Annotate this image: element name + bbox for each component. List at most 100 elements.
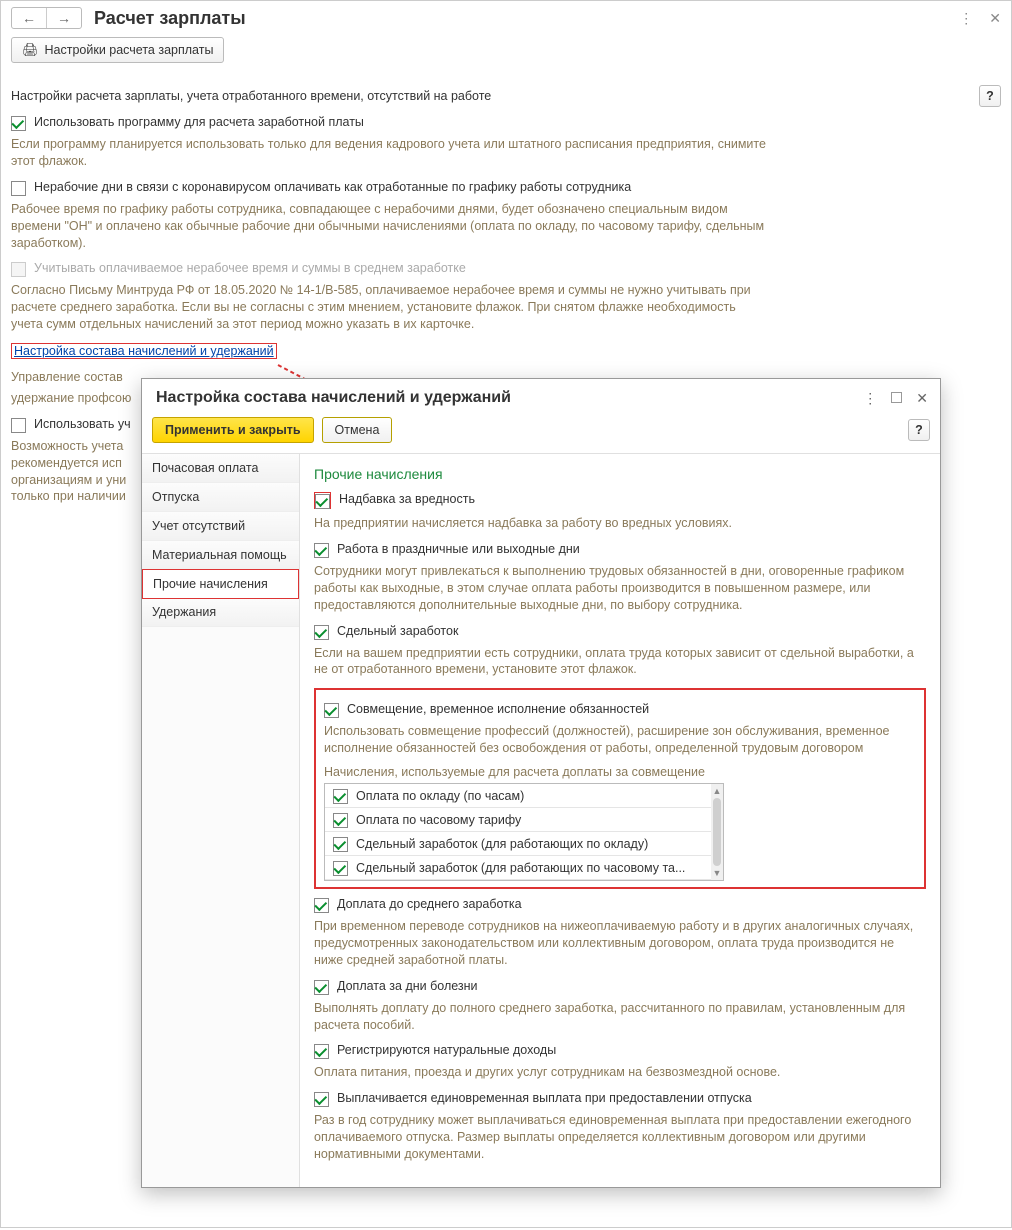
sidebar-item-hourly[interactable]: Почасовая оплата [142,454,299,483]
label-sick-topup: Доплата за дни болезни [337,979,478,993]
printer-icon: 🖨 [22,42,39,58]
list-label: Оплата по часовому тарифу [356,813,521,827]
checkbox-vacation-lump[interactable] [314,1092,329,1107]
scroll-down-icon[interactable]: ▼ [713,868,722,878]
content-heading: Прочие начисления [314,466,926,482]
label-holiday-work: Работа в праздничные или выходные дни [337,542,580,556]
nav-forward[interactable]: → [46,8,81,28]
scroll-up-icon[interactable]: ▲ [713,786,722,796]
config-accruals-link[interactable]: Настройка состава начислений и удержаний [14,344,274,358]
dialog-close-icon[interactable]: ✕ [916,390,928,407]
help-button[interactable]: ? [979,85,1001,107]
highlighted-section-combination: Совмещение, временное исполнение обязанн… [314,688,926,889]
checkbox-list-piecework-salary[interactable] [333,837,348,852]
list-label: Сдельный заработок (для работающих по ча… [356,861,685,875]
checkbox-avg-topup[interactable] [314,898,329,913]
checkbox-piecework[interactable] [314,625,329,640]
checkbox-use-accounting[interactable] [11,418,26,433]
cancel-label: Отмена [335,423,380,437]
nav-arrows: ← → [11,7,82,29]
label-use-program: Использовать программу для расчета зараб… [34,115,364,129]
checkbox-use-program[interactable] [11,116,26,131]
opt-vacation-lump: Выплачивается единовременная выплата при… [314,1091,926,1163]
opt-sick-topup: Доплата за дни болезни Выполнять доплату… [314,979,926,1034]
sidebar-item-other-accruals[interactable]: Прочие начисления [142,569,299,599]
dialog-title-icons: ⋮ ✕ [863,390,928,407]
titlebar-actions: ⋮ ✕ [959,10,1001,27]
desc-corona-days: Рабочее время по графику работы сотрудни… [11,201,771,252]
cancel-button[interactable]: Отмена [322,417,393,443]
desc-use-program: Если программу планируется использовать … [11,136,771,170]
desc-combination: Использовать совмещение профессий (должн… [324,723,916,757]
dialog-toolbar: Применить и закрыть Отмена ? [142,413,940,453]
checkbox-combination[interactable] [324,703,339,718]
dialog-content: Прочие начисления Надбавка за вредность … [300,454,940,1187]
list-item[interactable]: Оплата по окладу (по часам) [325,784,723,808]
print-settings-label: Настройки расчета зарплаты [45,43,214,57]
sidebar-item-absences[interactable]: Учет отсутствий [142,512,299,541]
desc-avg-topup: При временном переводе сотрудников на ни… [314,918,926,969]
checkbox-hazard-bonus[interactable] [315,494,330,509]
opt-natural-income: Регистрируются натуральные доходы Оплата… [314,1043,926,1081]
opt-piecework: Сдельный заработок Если на вашем предпри… [314,624,926,679]
desc-sick-topup: Выполнять доплату до полного среднего за… [314,1000,926,1034]
combination-accruals-list[interactable]: Оплата по окладу (по часам) Оплата по ча… [324,783,724,881]
dialog-body: Почасовая оплата Отпуска Учет отсутствий… [142,453,940,1187]
print-settings-button[interactable]: 🖨 Настройки расчета зарплаты [11,37,224,63]
label-use-accounting: Использовать уч [34,417,131,431]
apply-close-button[interactable]: Применить и закрыть [152,417,314,443]
label-vacation-lump: Выплачивается единовременная выплата при… [337,1091,752,1105]
opt-count-nonwork: Учитывать оплачиваемое нерабочее время и… [11,261,1001,276]
desc-piecework: Если на вашем предприятии есть сотрудник… [314,645,926,679]
scroll-thumb[interactable] [713,798,721,866]
clipped-para2: удержание профсою [11,390,161,407]
opt-use-program: Использовать программу для расчета зараб… [11,115,1001,130]
checkbox-count-nonwork [11,262,26,277]
list-scrollbar[interactable]: ▲ ▼ [711,784,723,880]
dialog-accruals-config: Настройка состава начислений и удержаний… [141,378,941,1188]
main-window: ← → Расчет зарплаты ⋮ ✕ 🖨 Настройки расч… [0,0,1012,1228]
label-corona-days: Нерабочие дни в связи с коронавирусом оп… [34,180,631,194]
dialog-more-icon[interactable]: ⋮ [863,390,877,407]
label-count-nonwork: Учитывать оплачиваемое нерабочее время и… [34,261,466,275]
hazard-cb-outline [314,492,331,509]
checkbox-sick-topup[interactable] [314,980,329,995]
desc-holiday-work: Сотрудники могут привлекаться к выполнен… [314,563,926,614]
opt-avg-topup: Доплата до среднего заработка При времен… [314,897,926,969]
dialog-help-button[interactable]: ? [908,419,930,441]
section-title-row: Настройки расчета зарплаты, учета отрабо… [11,85,1001,107]
section-title: Настройки расчета зарплаты, учета отрабо… [11,89,491,103]
sidebar-item-material-aid[interactable]: Материальная помощь [142,541,299,570]
label-piecework: Сдельный заработок [337,624,458,638]
label-avg-topup: Доплата до среднего заработка [337,897,522,911]
list-item[interactable]: Сдельный заработок (для работающих по ок… [325,832,723,856]
clipped-para1: Управление состав [11,369,161,386]
link-outline: Настройка состава начислений и удержаний [11,343,277,359]
desc-hazard-bonus: На предприятии начисляется надбавка за р… [314,515,926,532]
sidebar-item-vacations[interactable]: Отпуска [142,483,299,512]
nav-back[interactable]: ← [12,8,46,28]
sub-title-combination: Начисления, используемые для расчета доп… [324,765,916,779]
list-item[interactable]: Оплата по часовому тарифу [325,808,723,832]
checkbox-list-salary-hours[interactable] [333,789,348,804]
opt-use-accounting: Использовать уч [11,417,161,432]
apply-close-label: Применить и закрыть [165,423,301,437]
checkbox-list-piecework-hourly[interactable] [333,861,348,876]
list-label: Сдельный заработок (для работающих по ок… [356,837,648,851]
list-item[interactable]: Сдельный заработок (для работающих по ча… [325,856,723,880]
more-icon[interactable]: ⋮ [959,10,973,27]
checkbox-corona-days[interactable] [11,181,26,196]
dialog-maximize-icon[interactable] [891,390,902,407]
checkbox-natural-income[interactable] [314,1044,329,1059]
desc-vacation-lump: Раз в год сотруднику может выплачиваться… [314,1112,926,1163]
desc-count-nonwork: Согласно Письму Минтруда РФ от 18.05.202… [11,282,771,333]
desc-natural-income: Оплата питания, проезда и других услуг с… [314,1064,926,1081]
close-icon[interactable]: ✕ [989,10,1001,27]
dialog-titlebar: Настройка состава начислений и удержаний… [142,379,940,413]
checkbox-list-hourly-rate[interactable] [333,813,348,828]
sidebar-item-deductions[interactable]: Удержания [142,598,299,627]
checkbox-holiday-work[interactable] [314,543,329,558]
page-title: Расчет зарплаты [94,8,246,29]
list-label: Оплата по окладу (по часам) [356,789,524,803]
dialog-title: Настройка состава начислений и удержаний [156,389,511,407]
